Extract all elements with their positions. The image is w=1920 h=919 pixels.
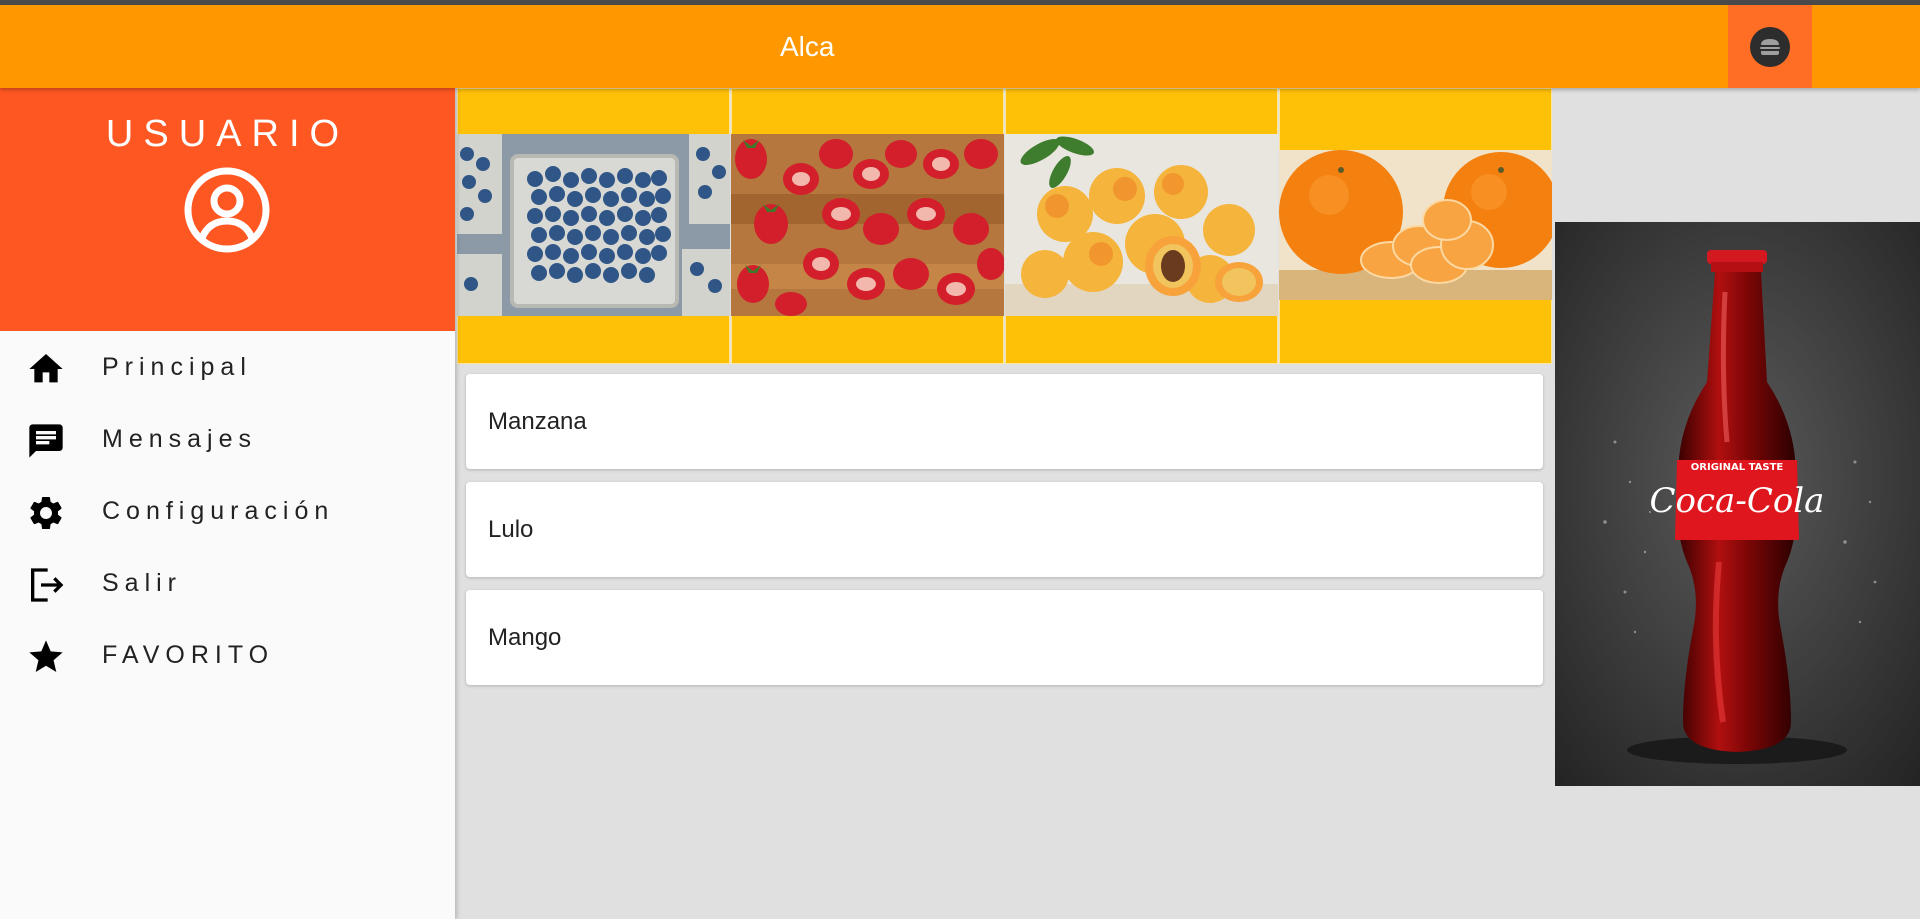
menu-item-salir[interactable]: Salir (0, 547, 455, 619)
menu-item-favorito[interactable]: FAVORITO (0, 619, 455, 691)
strawberries-photo (731, 134, 1004, 316)
app-bar: Alca (0, 5, 1920, 88)
menu-label-configuracion: Configuración (102, 497, 335, 525)
star-icon (29, 640, 63, 672)
burger-icon (1750, 26, 1790, 67)
menu-label-favorito: FAVORITO (102, 641, 275, 669)
menu-item-mensajes[interactable]: Mensajes (0, 403, 455, 475)
account-circle-icon (183, 166, 271, 259)
logout-icon (31, 568, 64, 602)
burger-action-button[interactable] (1728, 5, 1812, 88)
bottle-label-top: ORIGINAL TASTE (1691, 462, 1784, 473)
drawer-header: USUARIO (0, 88, 455, 331)
menu-label-salir: Salir (102, 569, 183, 597)
fruit-gallery (457, 88, 1553, 364)
gear-icon (30, 497, 62, 529)
home-icon (29, 354, 63, 383)
drawer-menu: Principal Mensajes Configuración Salir F… (0, 331, 455, 691)
mandarins-photo (1279, 150, 1552, 300)
apricots-photo (1005, 134, 1278, 316)
fruit-list: Manzana Lulo Mango (466, 374, 1543, 698)
gallery-tile-blueberries[interactable] (457, 88, 730, 364)
coca-cola-image: ORIGINAL TASTE Coca-Cola (1555, 222, 1920, 786)
bottle-brand-text: Coca-Cola (1650, 481, 1825, 521)
gallery-tile-apricots[interactable] (1005, 88, 1278, 364)
gallery-tile-strawberries[interactable] (731, 88, 1004, 364)
menu-item-configuracion[interactable]: Configuración (0, 475, 455, 547)
list-item-lulo[interactable]: Lulo (466, 482, 1543, 577)
message-icon (29, 424, 63, 458)
menu-item-principal[interactable]: Principal (0, 331, 455, 403)
menu-label-principal: Principal (102, 353, 252, 381)
user-label: USUARIO (105, 113, 350, 155)
list-item-mango[interactable]: Mango (466, 590, 1543, 685)
navigation-drawer: USUARIO Principal Mensajes Configuración… (0, 88, 455, 919)
list-item-manzana[interactable]: Manzana (466, 374, 1543, 469)
main-content: Manzana Lulo Mango ORIGINAL TASTE Coca-C… (457, 88, 1920, 919)
blueberries-photo (457, 134, 730, 316)
gallery-tile-mandarins[interactable] (1279, 88, 1552, 364)
app-title: Alca (780, 31, 835, 62)
menu-label-mensajes: Mensajes (102, 425, 257, 453)
coca-cola-bottle-photo: ORIGINAL TASTE Coca-Cola (1555, 222, 1920, 786)
